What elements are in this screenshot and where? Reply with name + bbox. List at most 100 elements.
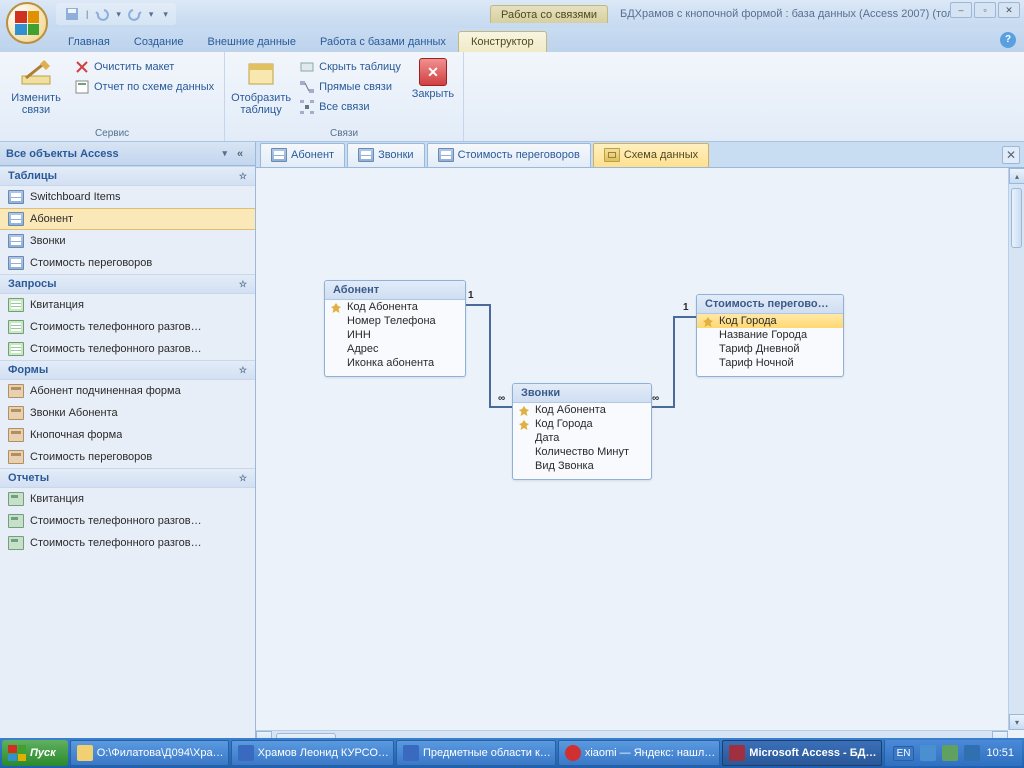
entity-zvonki[interactable]: Звонки Код Абонента Код Города Дата Коли… [512, 383, 652, 480]
entity-field[interactable]: ИНН [325, 328, 465, 342]
relationship-line[interactable] [673, 316, 675, 408]
hide-table-button[interactable]: Скрыть таблицу [295, 58, 405, 76]
nav-item-table[interactable]: Стоимость переговоров [0, 252, 255, 274]
close-button-ribbon[interactable]: ✕ Закрыть [409, 54, 457, 100]
tray-icon[interactable] [942, 745, 958, 761]
edit-rel-icon [20, 58, 52, 90]
redo-icon[interactable] [127, 6, 143, 22]
start-button[interactable]: Пуск [2, 740, 68, 766]
chevron-down-icon[interactable]: ▾ [149, 9, 154, 20]
undo-icon[interactable] [94, 6, 110, 22]
nav-item-query[interactable]: Стоимость телефонного разгов… [0, 338, 255, 360]
nav-item-report[interactable]: Стоимость телефонного разгов… [0, 510, 255, 532]
nav-item-query[interactable]: Квитанция [0, 294, 255, 316]
tab-create[interactable]: Создание [122, 32, 196, 52]
all-relationships-button[interactable]: Все связи [295, 98, 405, 116]
qat-customize-icon[interactable]: ▾ [163, 9, 168, 20]
doc-tab[interactable]: Схема данных [593, 143, 709, 167]
entity-field[interactable]: Тариф Дневной [697, 342, 843, 356]
entity-field[interactable]: Номер Телефона [325, 314, 465, 328]
query-icon [8, 298, 24, 312]
entity-field[interactable]: Код Города [697, 314, 843, 328]
nav-item-form[interactable]: Кнопочная форма [0, 424, 255, 446]
entity-field[interactable]: Вид Звонка [513, 459, 651, 473]
table-icon [8, 190, 24, 204]
word-icon [403, 745, 419, 761]
doc-tab[interactable]: Звонки [347, 143, 425, 167]
nav-title-bar[interactable]: Все объекты Access ▾ « [0, 142, 255, 166]
save-icon[interactable] [64, 6, 80, 22]
entity-abonent[interactable]: Абонент Код Абонента Номер Телефона ИНН … [324, 280, 466, 377]
scroll-up-button[interactable]: ▴ [1009, 168, 1024, 184]
help-button[interactable]: ? [1000, 32, 1016, 48]
office-button[interactable] [6, 2, 48, 44]
cardinality-many: ∞ [652, 393, 659, 404]
nav-section-queries[interactable]: Запросы☆ [0, 274, 255, 294]
entity-stoimost[interactable]: Стоимость переговор… Код Города Название… [696, 294, 844, 377]
report-icon [8, 492, 24, 506]
nav-item-table[interactable]: Switchboard Items [0, 186, 255, 208]
nav-item-query[interactable]: Стоимость телефонного разгов… [0, 316, 255, 338]
entity-field[interactable]: Дата [513, 431, 651, 445]
tray-icon[interactable] [920, 745, 936, 761]
edit-rel-label: Изменить связи [6, 92, 66, 116]
clear-layout-button[interactable]: Очистить макет [70, 58, 218, 76]
nav-item-report[interactable]: Квитанция [0, 488, 255, 510]
language-indicator[interactable]: EN [893, 746, 915, 761]
clock[interactable]: 10:51 [986, 747, 1014, 759]
nav-item-table[interactable]: Абонент [0, 208, 255, 230]
entity-field[interactable]: Название Города [697, 328, 843, 342]
taskbar-item[interactable]: xiaomi — Яндекс: нашл… [558, 740, 720, 766]
nav-item-table[interactable]: Звонки [0, 230, 255, 252]
close-label: Закрыть [412, 88, 454, 100]
nav-item-form[interactable]: Абонент подчиненная форма [0, 380, 255, 402]
entity-field[interactable]: Код Города [513, 417, 651, 431]
edit-relationships-button[interactable]: Изменить связи [6, 54, 66, 116]
vertical-scrollbar[interactable]: ▴ ▾ [1008, 168, 1024, 730]
tab-design[interactable]: Конструктор [458, 31, 547, 52]
entity-field[interactable]: Адрес [325, 342, 465, 356]
nav-section-forms[interactable]: Формы☆ [0, 360, 255, 380]
show-table-button[interactable]: Отобразить таблицу [231, 54, 291, 116]
relationships-icon [604, 148, 620, 162]
nav-item-form[interactable]: Стоимость переговоров [0, 446, 255, 468]
taskbar-item[interactable]: Предметные области к… [396, 740, 556, 766]
tab-home[interactable]: Главная [56, 32, 122, 52]
nav-section-reports[interactable]: Отчеты☆ [0, 468, 255, 488]
entity-field[interactable]: Количество Минут [513, 445, 651, 459]
relationship-line[interactable] [673, 316, 698, 318]
scroll-down-button[interactable]: ▾ [1009, 714, 1024, 730]
nav-collapse-button[interactable]: « [231, 148, 249, 160]
doc-tab[interactable]: Абонент [260, 143, 345, 167]
entity-field[interactable]: Тариф Ночной [697, 356, 843, 370]
relationship-line[interactable] [489, 304, 491, 407]
direct-relationships-button[interactable]: Прямые связи [295, 78, 405, 96]
chevron-down-icon[interactable]: ▾ [116, 9, 121, 20]
restore-button[interactable]: ▫ [974, 2, 996, 18]
relationship-line[interactable] [465, 304, 490, 306]
tab-dbtools[interactable]: Работа с базами данных [308, 32, 458, 52]
tray-icon[interactable] [964, 745, 980, 761]
scroll-thumb[interactable] [1011, 188, 1022, 248]
cardinality-one: 1 [683, 302, 689, 313]
nav-item-report[interactable]: Стоимость телефонного разгов… [0, 532, 255, 554]
nav-section-tables[interactable]: Таблицы☆ [0, 166, 255, 186]
entity-field[interactable]: Код Абонента [325, 300, 465, 314]
relationships-canvas[interactable]: 1 ∞ ∞ 1 Абонент Код Абонента Номер Телеф… [256, 168, 1024, 746]
relationship-line[interactable] [649, 406, 674, 408]
minimize-button[interactable]: – [950, 2, 972, 18]
taskbar-item[interactable]: O:\Филатова\Д094\Хра… [70, 740, 229, 766]
tab-external[interactable]: Внешние данные [196, 32, 308, 52]
close-tab-button[interactable]: ✕ [1002, 146, 1020, 164]
nav-item-form[interactable]: Звонки Абонента [0, 402, 255, 424]
entity-field[interactable]: Иконка абонента [325, 356, 465, 370]
taskbar-item[interactable]: Microsoft Access - БД… [722, 740, 881, 766]
relationship-line[interactable] [489, 406, 514, 408]
taskbar-item[interactable]: Храмов Леонид КУРСО… [231, 740, 394, 766]
doc-tab[interactable]: Стоимость переговоров [427, 143, 591, 167]
entity-field[interactable]: Код Абонента [513, 403, 651, 417]
close-button[interactable]: ✕ [998, 2, 1020, 18]
relationship-report-button[interactable]: Отчет по схеме данных [70, 78, 218, 96]
show-table-icon [245, 58, 277, 90]
nav-dropdown-icon[interactable]: ▾ [222, 148, 227, 159]
